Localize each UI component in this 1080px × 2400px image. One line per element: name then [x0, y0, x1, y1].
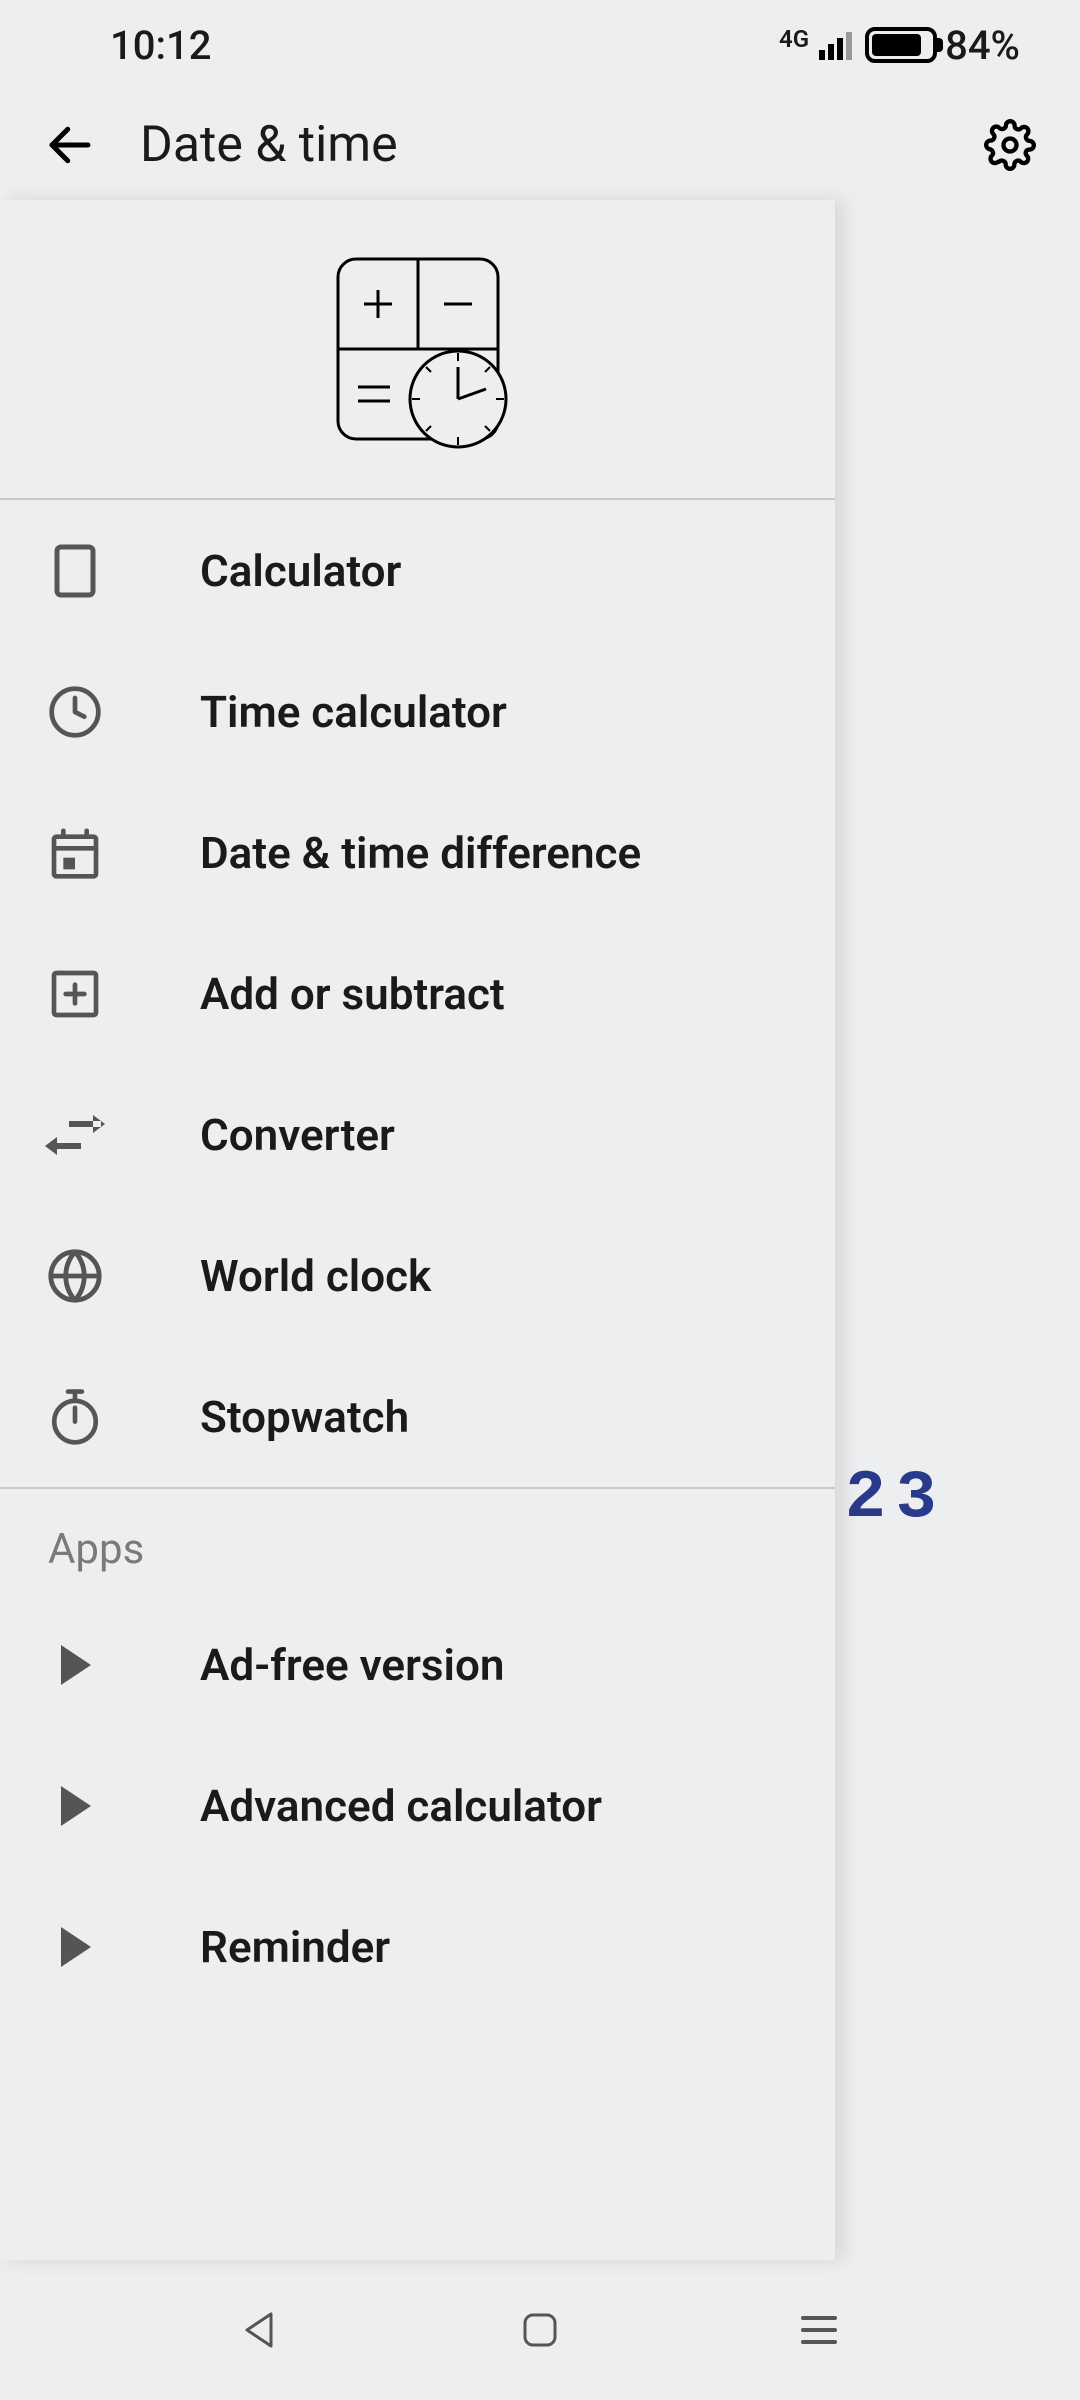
battery-percent: 84%	[945, 22, 1020, 69]
app-logo-icon	[318, 249, 518, 449]
square-home-icon	[520, 2310, 560, 2350]
drawer-header-logo	[0, 200, 835, 500]
nav-item-label: Advanced calculator	[200, 1780, 602, 1832]
status-right: 4G 84%	[779, 22, 1020, 69]
stopwatch-icon	[47, 1387, 103, 1447]
clock-icon	[47, 684, 103, 740]
nav-item-advanced-calculator[interactable]: Advanced calculator	[0, 1735, 835, 1876]
settings-button[interactable]	[980, 119, 1040, 171]
system-nav-bar	[0, 2260, 1080, 2400]
nav-item-label: World clock	[200, 1250, 431, 1302]
app-bar: Date & time	[0, 90, 1080, 200]
triangle-back-icon	[239, 2308, 283, 2352]
nav-back-button[interactable]	[239, 2308, 283, 2352]
play-icon	[55, 1643, 95, 1687]
nav-item-label: Reminder	[200, 1921, 390, 1973]
nav-item-label: Stopwatch	[200, 1391, 409, 1443]
status-bar: 10:12 4G 84%	[0, 0, 1080, 90]
nav-item-stopwatch[interactable]: Stopwatch	[0, 1346, 835, 1487]
nav-item-date-time-difference[interactable]: Date & time difference	[0, 782, 835, 923]
background-value: 23	[845, 1460, 947, 1537]
nav-item-label: Converter	[200, 1109, 395, 1161]
nav-home-button[interactable]	[520, 2310, 560, 2350]
nav-item-label: Add or subtract	[200, 968, 505, 1020]
drawer-section-apps: Apps	[0, 1487, 835, 1594]
play-icon	[55, 1925, 95, 1969]
back-button[interactable]	[40, 118, 100, 172]
page-title: Date & time	[140, 116, 940, 174]
network-indicator: 4G	[779, 25, 809, 53]
arrow-left-icon	[43, 118, 97, 172]
status-time: 10:12	[110, 22, 211, 69]
nav-item-world-clock[interactable]: World clock	[0, 1205, 835, 1346]
nav-recent-button[interactable]	[797, 2310, 841, 2350]
nav-item-converter[interactable]: Converter	[0, 1064, 835, 1205]
battery-indicator: 84%	[865, 22, 1020, 69]
nav-item-label: Time calculator	[200, 686, 507, 738]
nav-item-add-subtract[interactable]: Add or subtract	[0, 923, 835, 1064]
nav-item-reminder[interactable]: Reminder	[0, 1876, 835, 2017]
arrows-swap-icon	[45, 1113, 105, 1157]
nav-item-ad-free[interactable]: Ad-free version	[0, 1594, 835, 1735]
nav-item-time-calculator[interactable]: Time calculator	[0, 641, 835, 782]
menu-recent-icon	[797, 2310, 841, 2350]
nav-item-label: Date & time difference	[200, 827, 641, 879]
nav-item-label: Ad-free version	[200, 1639, 504, 1691]
nav-item-label: Calculator	[200, 545, 401, 597]
signal-icon	[819, 30, 855, 60]
globe-icon	[46, 1247, 104, 1305]
gear-icon	[984, 119, 1036, 171]
navigation-drawer: Calculator Time calculator Date & time d…	[0, 200, 835, 2260]
nav-item-calculator[interactable]: Calculator	[0, 500, 835, 641]
plus-box-icon	[47, 966, 103, 1022]
calendar-icon	[47, 825, 103, 881]
rectangle-portrait-icon	[51, 543, 99, 599]
play-icon	[55, 1784, 95, 1828]
